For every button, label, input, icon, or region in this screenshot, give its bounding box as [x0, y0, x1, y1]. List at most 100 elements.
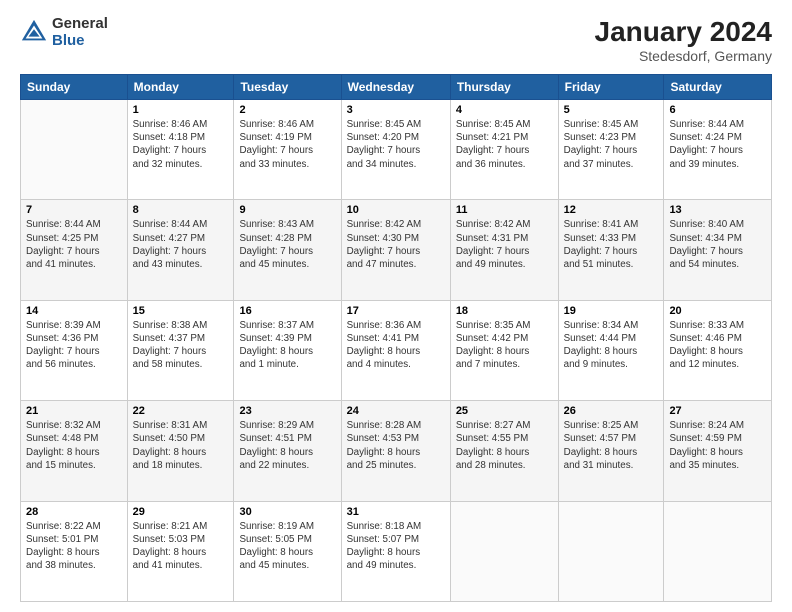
table-row: 24Sunrise: 8:28 AMSunset: 4:53 PMDayligh… [341, 401, 450, 501]
day-number: 30 [239, 506, 335, 518]
table-row: 29 Sunrise: 8:21 AMSunset: 5:03 PMDayligh… [127, 501, 234, 601]
table-row: 31 Sunrise: 8:18 AMSunset: 5:07 PMDayligh… [341, 501, 450, 601]
table-row: 23Sunrise: 8:29 AMSunset: 4:51 PMDayligh… [234, 401, 341, 501]
calendar-week-row: 1 Sunrise: 8:46 AMSunset: 4:18 PMDaylight… [21, 100, 772, 200]
col-friday: Friday [558, 75, 664, 100]
day-number: 19 [564, 305, 659, 317]
subtitle: Stedesdorf, Germany [595, 48, 772, 64]
day-info: Sunrise: 8:44 AMSunset: 4:27 PMDaylight:… [133, 218, 229, 271]
day-number: 12 [564, 204, 659, 216]
day-number: 13 [669, 204, 766, 216]
table-row: 22 Sunrise: 8:31 AMSunset: 4:50 PMDayligh… [127, 401, 234, 501]
col-monday: Monday [127, 75, 234, 100]
day-number: 23 [239, 405, 335, 417]
table-row: 3 Sunrise: 8:45 AMSunset: 4:20 PMDaylight… [341, 100, 450, 200]
day-number: 11 [456, 204, 553, 216]
title-block: January 2024 Stedesdorf, Germany [595, 16, 772, 64]
day-info: Sunrise: 8:46 AMSunset: 4:18 PMDaylight:… [133, 118, 229, 171]
col-sunday: Sunday [21, 75, 128, 100]
col-tuesday: Tuesday [234, 75, 341, 100]
day-info: Sunrise: 8:44 AMSunset: 4:24 PMDaylight:… [669, 118, 766, 171]
day-number: 22 [133, 405, 229, 417]
day-info: Sunrise: 8:37 AMSunset: 4:39 PMDaylight:… [239, 319, 335, 372]
day-number: 29 [133, 506, 229, 518]
day-number: 14 [26, 305, 122, 317]
day-info: Sunrise: 8:42 AMSunset: 4:31 PMDaylight:… [456, 218, 553, 271]
table-row: 26 Sunrise: 8:25 AMSunset: 4:57 PMDayligh… [558, 401, 664, 501]
day-info: Sunrise: 8:35 AMSunset: 4:42 PMDaylight:… [456, 319, 553, 372]
calendar-week-row: 21 Sunrise: 8:32 AMSunset: 4:48 PMDayligh… [21, 401, 772, 501]
logo: General Blue [20, 16, 108, 49]
day-number: 8 [133, 204, 229, 216]
day-info: Sunrise: 8:33 AMSunset: 4:46 PMDaylight:… [669, 319, 766, 372]
table-row: 20 Sunrise: 8:33 AMSunset: 4:46 PMDayligh… [664, 300, 772, 400]
day-number: 9 [239, 204, 335, 216]
table-row [450, 501, 558, 601]
day-number: 7 [26, 204, 122, 216]
table-row: 14 Sunrise: 8:39 AMSunset: 4:36 PMDayligh… [21, 300, 128, 400]
day-info: Sunrise: 8:46 AMSunset: 4:19 PMDaylight:… [239, 118, 335, 171]
day-info: Sunrise: 8:22 AMSunset: 5:01 PMDaylight:… [26, 520, 122, 573]
main-title: January 2024 [595, 16, 772, 48]
logo-general-text: General [52, 16, 108, 33]
day-info: Sunrise: 8:32 AMSunset: 4:48 PMDaylight:… [26, 419, 122, 472]
day-info: Sunrise: 8:34 AMSunset: 4:44 PMDaylight:… [564, 319, 659, 372]
day-info: Sunrise: 8:42 AMSunset: 4:30 PMDaylight:… [347, 218, 445, 271]
day-number: 5 [564, 104, 659, 116]
day-number: 1 [133, 104, 229, 116]
table-row: 27 Sunrise: 8:24 AMSunset: 4:59 PMDayligh… [664, 401, 772, 501]
day-info: Sunrise: 8:45 AMSunset: 4:20 PMDaylight:… [347, 118, 445, 171]
day-number: 31 [347, 506, 445, 518]
calendar-week-row: 7 Sunrise: 8:44 AMSunset: 4:25 PMDaylight… [21, 200, 772, 300]
day-info: Sunrise: 8:45 AMSunset: 4:23 PMDaylight:… [564, 118, 659, 171]
day-number: 3 [347, 104, 445, 116]
day-number: 2 [239, 104, 335, 116]
table-row: 5 Sunrise: 8:45 AMSunset: 4:23 PMDaylight… [558, 100, 664, 200]
day-number: 17 [347, 305, 445, 317]
day-number: 18 [456, 305, 553, 317]
day-number: 27 [669, 405, 766, 417]
table-row [21, 100, 128, 200]
logo-blue-text: Blue [52, 33, 108, 50]
day-number: 20 [669, 305, 766, 317]
day-info: Sunrise: 8:21 AMSunset: 5:03 PMDaylight:… [133, 520, 229, 573]
day-info: Sunrise: 8:31 AMSunset: 4:50 PMDaylight:… [133, 419, 229, 472]
day-info: Sunrise: 8:18 AMSunset: 5:07 PMDaylight:… [347, 520, 445, 573]
day-info: Sunrise: 8:43 AMSunset: 4:28 PMDaylight:… [239, 218, 335, 271]
table-row: 1 Sunrise: 8:46 AMSunset: 4:18 PMDaylight… [127, 100, 234, 200]
day-number: 28 [26, 506, 122, 518]
table-row: 9 Sunrise: 8:43 AMSunset: 4:28 PMDaylight… [234, 200, 341, 300]
day-info: Sunrise: 8:28 AMSunset: 4:53 PMDaylight:… [347, 419, 445, 472]
day-info: Sunrise: 8:25 AMSunset: 4:57 PMDaylight:… [564, 419, 659, 472]
logo-icon [20, 18, 48, 46]
calendar-week-row: 28 Sunrise: 8:22 AMSunset: 5:01 PMDayligh… [21, 501, 772, 601]
table-row: 15 Sunrise: 8:38 AMSunset: 4:37 PMDayligh… [127, 300, 234, 400]
day-number: 6 [669, 104, 766, 116]
day-number: 10 [347, 204, 445, 216]
day-info: Sunrise: 8:19 AMSunset: 5:05 PMDaylight:… [239, 520, 335, 573]
day-info: Sunrise: 8:27 AMSunset: 4:55 PMDaylight:… [456, 419, 553, 472]
table-row: 30 Sunrise: 8:19 AMSunset: 5:05 PMDayligh… [234, 501, 341, 601]
day-info: Sunrise: 8:44 AMSunset: 4:25 PMDaylight:… [26, 218, 122, 271]
table-row: 2 Sunrise: 8:46 AMSunset: 4:19 PMDaylight… [234, 100, 341, 200]
day-number: 4 [456, 104, 553, 116]
table-row: 17Sunrise: 8:36 AMSunset: 4:41 PMDayligh… [341, 300, 450, 400]
page-header: General Blue January 2024 Stedesdorf, Ge… [20, 16, 772, 64]
table-row: 21 Sunrise: 8:32 AMSunset: 4:48 PMDayligh… [21, 401, 128, 501]
day-number: 21 [26, 405, 122, 417]
day-info: Sunrise: 8:24 AMSunset: 4:59 PMDaylight:… [669, 419, 766, 472]
table-row [664, 501, 772, 601]
calendar-header-row: Sunday Monday Tuesday Wednesday Thursday… [21, 75, 772, 100]
day-info: Sunrise: 8:38 AMSunset: 4:37 PMDaylight:… [133, 319, 229, 372]
table-row: 4Sunrise: 8:45 AMSunset: 4:21 PMDaylight… [450, 100, 558, 200]
table-row: 28 Sunrise: 8:22 AMSunset: 5:01 PMDayligh… [21, 501, 128, 601]
day-number: 26 [564, 405, 659, 417]
table-row [558, 501, 664, 601]
table-row: 6 Sunrise: 8:44 AMSunset: 4:24 PMDaylight… [664, 100, 772, 200]
table-row: 7 Sunrise: 8:44 AMSunset: 4:25 PMDaylight… [21, 200, 128, 300]
col-wednesday: Wednesday [341, 75, 450, 100]
table-row: 16Sunrise: 8:37 AMSunset: 4:39 PMDayligh… [234, 300, 341, 400]
day-info: Sunrise: 8:39 AMSunset: 4:36 PMDaylight:… [26, 319, 122, 372]
table-row: 11 Sunrise: 8:42 AMSunset: 4:31 PMDayligh… [450, 200, 558, 300]
day-number: 15 [133, 305, 229, 317]
